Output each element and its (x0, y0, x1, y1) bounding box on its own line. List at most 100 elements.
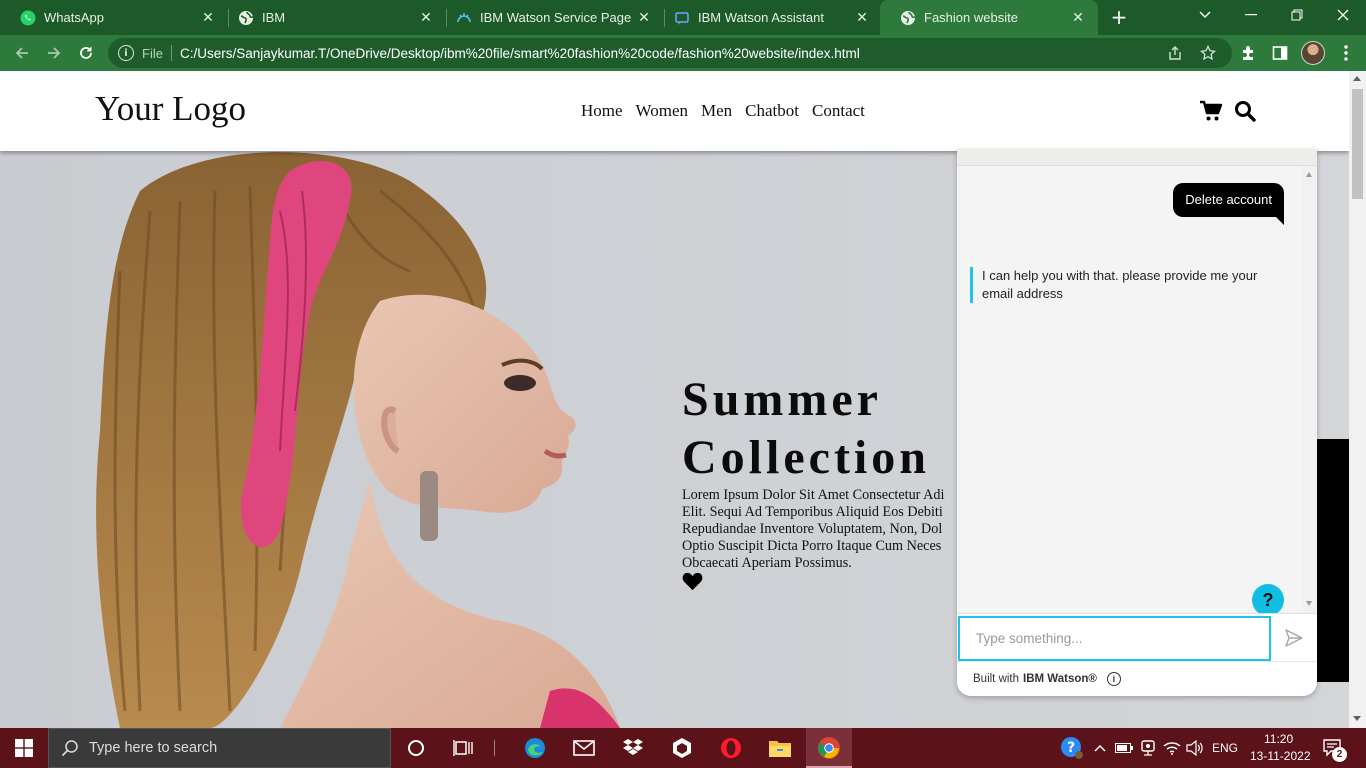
start-button[interactable] (0, 728, 48, 768)
close-icon[interactable]: ✕ (418, 10, 434, 26)
nav-men[interactable]: Men (701, 101, 732, 121)
send-icon[interactable] (1284, 628, 1304, 648)
forward-button[interactable] (42, 41, 66, 65)
security-app-icon[interactable] (670, 736, 694, 760)
address-bar[interactable]: i File C:/Users/Sanjaykumar.T/OneDrive/D… (108, 38, 1232, 68)
tab-ibm[interactable]: IBM ✕ (218, 0, 446, 35)
scroll-down-icon[interactable] (1306, 601, 1312, 606)
search-icon[interactable] (1233, 99, 1257, 123)
nav-contact[interactable]: Contact (812, 101, 865, 121)
chat-scrollbar[interactable] (1302, 166, 1317, 613)
page-viewport: Your Logo Home Women Men Chatbot Contact (0, 71, 1349, 728)
close-icon[interactable]: ✕ (200, 10, 216, 26)
close-icon[interactable]: ✕ (854, 10, 870, 26)
reload-icon (80, 47, 92, 59)
tab-watson-assistant[interactable]: IBM Watson Assistant ✕ (654, 0, 882, 35)
bookmark-star-icon[interactable] (1200, 44, 1216, 61)
scroll-up-icon[interactable] (1353, 76, 1361, 81)
footer-brand: IBM Watson® (1023, 673, 1097, 685)
battery-icon[interactable] (1112, 736, 1136, 760)
bot-message: I can help you with that. please provide… (970, 267, 1290, 303)
close-icon[interactable]: ✕ (1070, 10, 1086, 26)
tab-whatsapp[interactable]: WhatsApp ✕ (0, 0, 228, 35)
language-indicator[interactable]: ENG (1212, 741, 1238, 755)
tab-watson-service[interactable]: IBM Watson Service Page ✕ (436, 0, 664, 35)
extensions-icon[interactable] (1238, 43, 1258, 63)
watson-chat-panel: Delete account I can help you with that.… (957, 149, 1317, 696)
chat-message-input[interactable]: Type something... (958, 616, 1271, 661)
camera-icon[interactable] (1136, 736, 1160, 760)
volume-icon[interactable] (1183, 736, 1207, 760)
hero-text-line: Obcaecati Aperiam Possimus. (682, 555, 852, 571)
restore-button[interactable] (1274, 0, 1320, 30)
scheme-label: File (142, 45, 163, 61)
minimize-button[interactable] (1228, 0, 1274, 30)
clock-date[interactable]: 13-11-2022 (1250, 749, 1311, 763)
page-scrollbar[interactable] (1349, 71, 1366, 728)
watson-icon (456, 10, 472, 26)
share-icon[interactable] (1167, 45, 1183, 61)
side-panel-icon[interactable] (1270, 43, 1290, 63)
hero-title-line: Collection (682, 431, 930, 484)
dropbox-icon[interactable] (621, 736, 645, 760)
chat-header-strip (957, 149, 1317, 166)
new-tab-button[interactable]: + (1108, 6, 1130, 28)
back-button[interactable] (10, 41, 34, 65)
nav-home[interactable]: Home (581, 101, 623, 121)
tab-label: IBM (262, 10, 286, 25)
chrome-icon[interactable] (817, 736, 841, 760)
profile-avatar[interactable] (1301, 41, 1325, 65)
chevron-down-icon (1199, 11, 1211, 18)
windows-taskbar: Type here to search ? ENG 11:20 13-11-20… (0, 728, 1366, 768)
tab-search-button[interactable] (1182, 0, 1228, 30)
cart-icon[interactable] (1199, 99, 1223, 123)
taskbar-search-box[interactable]: Type here to search (48, 728, 391, 768)
heart-icon[interactable] (682, 572, 703, 591)
scroll-up-icon[interactable] (1306, 172, 1312, 177)
wifi-icon[interactable] (1160, 736, 1184, 760)
opera-icon[interactable] (719, 736, 743, 760)
nav-women[interactable]: Women (636, 101, 688, 121)
nav-chatbot[interactable]: Chatbot (745, 101, 799, 121)
cortana-icon[interactable] (404, 736, 428, 760)
hero-model-image (96, 152, 620, 728)
globe-icon (238, 10, 254, 26)
browser-tab-strip: WhatsApp ✕ IBM ✕ IBM Watson Service Page… (0, 0, 1366, 35)
side-black-bar (1317, 439, 1349, 682)
info-icon[interactable]: i (1106, 672, 1121, 686)
chevron-up-icon[interactable] (1088, 736, 1112, 760)
whatsapp-icon (20, 10, 36, 26)
reload-button[interactable] (74, 41, 98, 65)
close-icon[interactable]: ✕ (636, 10, 652, 26)
taskbar-search-placeholder: Type here to search (89, 740, 218, 756)
svg-text:?: ? (1067, 740, 1075, 756)
scroll-down-icon[interactable] (1353, 716, 1361, 721)
user-message-bubble: Delete account (1173, 183, 1284, 225)
site-logo[interactable]: Your Logo (95, 89, 246, 129)
mail-icon[interactable] (572, 736, 596, 760)
file-explorer-icon[interactable] (768, 736, 792, 760)
site-nav: Home Women Men Chatbot Contact (581, 101, 865, 121)
tab-label: Fashion website (924, 10, 1018, 25)
hero-text-line: Elit. Sequi Ad Temporibus Aliquid Eos De… (682, 504, 943, 520)
search-icon (61, 740, 78, 757)
tab-fashion-website[interactable]: Fashion website ✕ (880, 0, 1098, 35)
hero-title-line: Summer (682, 373, 882, 426)
divider (170, 45, 172, 61)
notification-badge: 2 (1332, 747, 1347, 762)
help-button[interactable]: ? (1252, 584, 1284, 616)
kebab-menu-icon[interactable] (1336, 43, 1356, 63)
scrollbar-thumb[interactable] (1352, 89, 1363, 199)
hero-text-line: Lorem Ipsum Dolor Sit Amet Consectetur A… (682, 487, 945, 503)
window-close-button[interactable] (1320, 0, 1366, 30)
clock-time[interactable]: 11:20 (1264, 732, 1293, 746)
site-header: Your Logo Home Women Men Chatbot Contact (0, 71, 1349, 151)
help-tray-icon[interactable]: ? (1060, 736, 1084, 760)
edge-icon[interactable] (523, 736, 547, 760)
hero-text-line: Optio Suscipit Dicta Porro Itaque Cum Ne… (682, 538, 942, 554)
url-text[interactable]: C:/Users/Sanjaykumar.T/OneDrive/Desktop/… (180, 46, 860, 61)
task-view-icon[interactable] (451, 736, 475, 760)
hero-text-line: Repudiandae Inventore Voluptatem, Non, D… (682, 521, 943, 537)
chat-messages: Delete account I can help you with that.… (957, 166, 1317, 616)
info-icon[interactable]: i (118, 45, 134, 61)
